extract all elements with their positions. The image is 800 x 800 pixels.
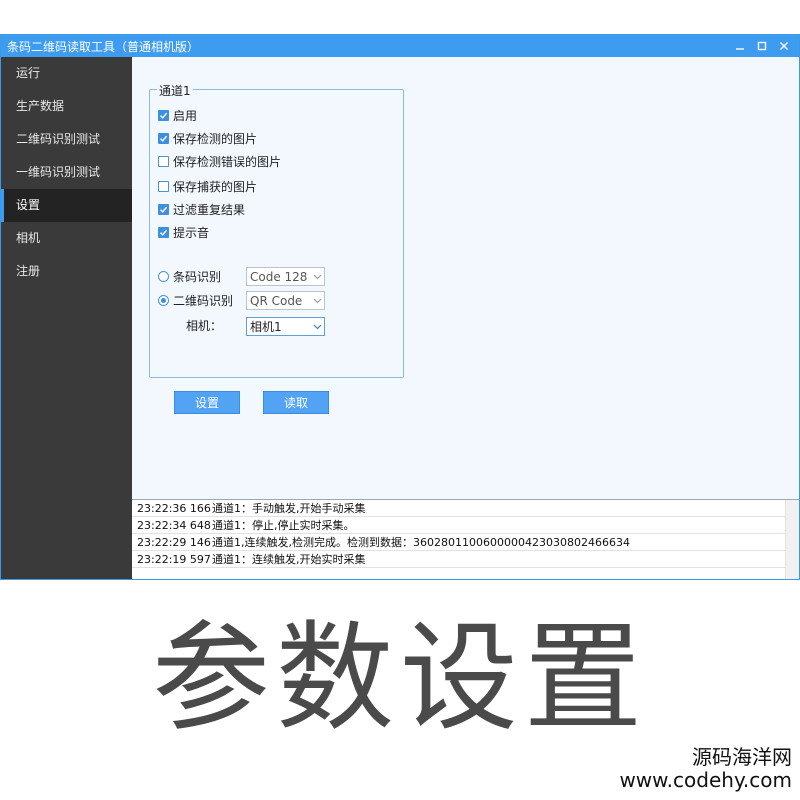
camera-select[interactable]: 相机1 bbox=[246, 317, 325, 336]
chevron-down-icon bbox=[310, 268, 324, 285]
checkbox-label: 保存捕获的图片 bbox=[173, 179, 258, 194]
select-value: Code 128 bbox=[250, 269, 308, 284]
check-icon bbox=[159, 206, 168, 213]
save-captured-images-checkbox[interactable]: 保存捕获的图片 bbox=[158, 178, 257, 194]
checkbox-box[interactable] bbox=[158, 203, 169, 215]
radio-label: 二维码识别 bbox=[173, 293, 234, 308]
log-scrollbar[interactable] bbox=[785, 500, 799, 579]
save-error-images-checkbox[interactable]: 保存检测错误的图片 bbox=[158, 153, 281, 169]
sidebar-item-production-data[interactable]: 生产数据 bbox=[1, 90, 132, 123]
filter-duplicates-checkbox[interactable]: 过滤重复结果 bbox=[158, 201, 245, 217]
chevron-down-icon bbox=[310, 292, 324, 309]
minimize-button[interactable] bbox=[729, 35, 751, 57]
checkbox-label: 提示音 bbox=[173, 225, 210, 240]
check-icon bbox=[159, 135, 168, 142]
log-time: 23:22:29 146 bbox=[137, 536, 211, 549]
checkbox-label: 启用 bbox=[173, 108, 198, 123]
channel-groupbox: 通道1 启用 保存检测的图片 保存检测错误的图片 保存捕获的图片 过滤重复结果 bbox=[149, 82, 404, 378]
save-detected-images-checkbox[interactable]: 保存检测的图片 bbox=[158, 130, 257, 146]
watermark: 源码海洋网 www.codehy.com bbox=[619, 746, 792, 792]
sidebar-item-register[interactable]: 注册 bbox=[1, 255, 132, 288]
checkbox-box[interactable] bbox=[158, 226, 169, 238]
maximize-button[interactable] bbox=[751, 35, 773, 57]
sidebar-item-barcode-test[interactable]: 一维码识别测试 bbox=[1, 156, 132, 189]
log-message: 通道1：停止,停止实时采集。 bbox=[212, 519, 355, 532]
group-title: 通道1 bbox=[157, 82, 193, 99]
title-bar[interactable]: 条码二维码读取工具（普通相机版） bbox=[1, 35, 799, 57]
chevron-down-icon bbox=[310, 318, 324, 335]
log-message: 通道1：连续触发,开始实时采集 bbox=[212, 553, 366, 566]
log-time: 23:22:34 648 bbox=[137, 519, 211, 532]
check-icon bbox=[159, 112, 168, 119]
radio-button[interactable] bbox=[158, 270, 169, 282]
radio-label: 条码识别 bbox=[173, 269, 222, 284]
log-time: 23:22:19 597 bbox=[137, 553, 211, 566]
log-time: 23:22:36 166 bbox=[137, 502, 211, 515]
window-title: 条码二维码读取工具（普通相机版） bbox=[7, 39, 200, 54]
maximize-icon bbox=[757, 41, 767, 51]
beep-checkbox[interactable]: 提示音 bbox=[158, 224, 209, 240]
log-row: 23:22:19 597 通道1：连续触发,开始实时采集 bbox=[132, 551, 799, 568]
log-list[interactable]: 23:22:36 166 通道1：手动触发,开始手动采集 23:22:34 64… bbox=[132, 499, 799, 579]
page-caption: 参数设置 bbox=[151, 609, 648, 747]
window-controls bbox=[729, 35, 795, 57]
log-message: 通道1,连续触发,检测完成。检测到数据：36028011006000004230… bbox=[212, 536, 630, 549]
enable-checkbox[interactable]: 启用 bbox=[158, 107, 197, 123]
barcode-type-select[interactable]: Code 128 bbox=[246, 267, 325, 286]
log-message: 通道1：手动触发,开始手动采集 bbox=[212, 502, 366, 515]
close-icon bbox=[780, 42, 788, 50]
select-value: 相机1 bbox=[250, 320, 282, 334]
watermark-url: www.codehy.com bbox=[619, 768, 792, 792]
checkbox-box[interactable] bbox=[158, 180, 169, 192]
barcode-mode-radio[interactable]: 条码识别 bbox=[158, 267, 221, 285]
close-button[interactable] bbox=[773, 35, 795, 57]
log-row: 23:22:34 648 通道1：停止,停止实时采集。 bbox=[132, 517, 799, 534]
checkbox-box[interactable] bbox=[158, 155, 169, 167]
read-button[interactable]: 读取 bbox=[263, 391, 329, 414]
radio-button[interactable] bbox=[158, 294, 169, 306]
log-row: 23:22:36 166 通道1：手动触发,开始手动采集 bbox=[132, 500, 799, 517]
sidebar-item-run[interactable]: 运行 bbox=[1, 57, 132, 90]
settings-panel: 通道1 启用 保存检测的图片 保存检测错误的图片 保存捕获的图片 过滤重复结果 bbox=[132, 57, 799, 499]
checkbox-box[interactable] bbox=[158, 132, 169, 144]
minimize-icon bbox=[736, 48, 744, 50]
check-icon bbox=[159, 229, 168, 236]
qrcode-type-select[interactable]: QR Code bbox=[246, 291, 325, 310]
camera-label: 相机： bbox=[186, 319, 223, 333]
sidebar-nav: 运行 生产数据 二维码识别测试 一维码识别测试 设置 相机 注册 bbox=[1, 57, 132, 579]
checkbox-label: 保存检测错误的图片 bbox=[173, 154, 282, 169]
set-button[interactable]: 设置 bbox=[174, 391, 240, 414]
sidebar-item-qr-test[interactable]: 二维码识别测试 bbox=[1, 123, 132, 156]
checkbox-label: 过滤重复结果 bbox=[173, 202, 246, 217]
checkbox-box[interactable] bbox=[158, 109, 169, 121]
watermark-site-name: 源码海洋网 bbox=[692, 745, 792, 769]
sidebar-item-camera[interactable]: 相机 bbox=[1, 222, 132, 255]
select-value: QR Code bbox=[250, 293, 303, 308]
sidebar-item-settings[interactable]: 设置 bbox=[1, 189, 132, 222]
radio-selected-dot bbox=[161, 297, 166, 303]
qrcode-mode-radio[interactable]: 二维码识别 bbox=[158, 291, 233, 309]
app-window: 条码二维码读取工具（普通相机版） 运行 生产数据 二维码识别测试 一维码识别测试… bbox=[0, 34, 800, 580]
checkbox-label: 保存检测的图片 bbox=[173, 131, 258, 146]
log-row: 23:22:29 146 通道1,连续触发,检测完成。检测到数据：3602801… bbox=[132, 534, 799, 551]
